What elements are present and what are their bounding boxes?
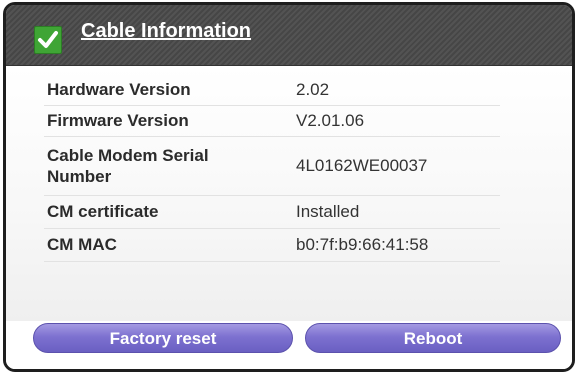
reboot-button[interactable]: Reboot <box>305 323 561 353</box>
hardware-version-label: Hardware Version <box>44 75 271 106</box>
cable-info-table: Hardware Version 2.02 Firmware Version V… <box>44 75 500 262</box>
cm-mac-value: b0:7f:b9:66:41:58 <box>271 228 500 262</box>
panel-title[interactable]: Cable Information <box>81 20 251 43</box>
cm-mac-label: CM MAC <box>44 228 271 262</box>
firmware-version-value: V2.01.06 <box>271 105 500 137</box>
panel-header: Cable Information <box>6 5 572 66</box>
cm-certificate-value: Installed <box>271 195 500 229</box>
serial-number-label: Cable Modem Serial Number <box>44 136 271 196</box>
table-row: CM MAC b0:7f:b9:66:41:58 <box>44 228 500 262</box>
checkmark-icon <box>34 26 62 54</box>
hardware-version-value: 2.02 <box>271 75 500 106</box>
table-row: Firmware Version V2.01.06 <box>44 105 500 137</box>
serial-number-value: 4L0162WE00037 <box>271 136 500 196</box>
table-row: Cable Modem Serial Number 4L0162WE00037 <box>44 136 500 196</box>
table-row: Hardware Version 2.02 <box>44 75 500 106</box>
factory-reset-button[interactable]: Factory reset <box>33 323 293 353</box>
firmware-version-label: Firmware Version <box>44 105 271 137</box>
cm-certificate-label: CM certificate <box>44 195 271 229</box>
table-row: CM certificate Installed <box>44 195 500 229</box>
